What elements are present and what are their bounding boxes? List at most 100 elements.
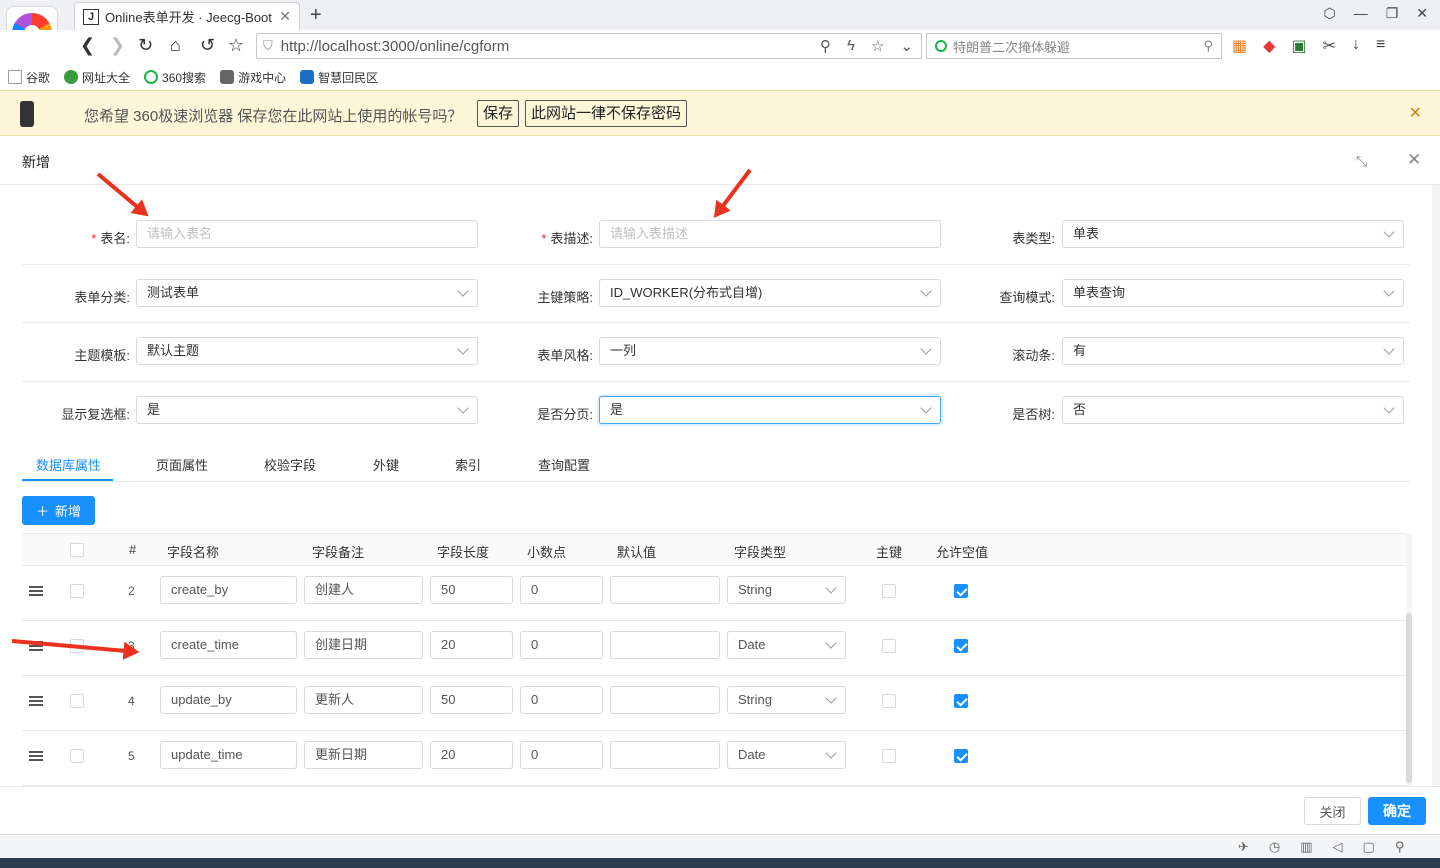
- field-type-select[interactable]: String: [727, 686, 846, 714]
- field-remark-input[interactable]: 更新人: [304, 686, 423, 714]
- field-length-input[interactable]: 50: [430, 576, 513, 604]
- address-bar[interactable]: ⛉ http://localhost:3000/online/cgform ⚲ …: [256, 33, 922, 59]
- nullable-checkbox[interactable]: [954, 584, 968, 598]
- default-value-input[interactable]: [610, 631, 720, 659]
- status-volume-icon[interactable]: ◁: [1333, 839, 1343, 855]
- status-window-icon[interactable]: ▢: [1363, 839, 1375, 855]
- skin-icon[interactable]: ⬡: [1323, 5, 1335, 22]
- decimal-input[interactable]: 0: [520, 576, 603, 604]
- query-mode-select[interactable]: 单表查询: [1062, 279, 1404, 307]
- tab-close-icon[interactable]: ✕: [279, 8, 291, 25]
- field-remark-input[interactable]: 更新日期: [304, 741, 423, 769]
- home-icon[interactable]: ⌂: [170, 35, 181, 56]
- close-button[interactable]: 关闭: [1304, 797, 1361, 825]
- bookmark-item[interactable]: 游戏中心: [220, 69, 286, 86]
- media-icon[interactable]: ▣: [1291, 36, 1306, 56]
- theme-template-select[interactable]: 默认主题: [136, 337, 478, 365]
- forward-icon[interactable]: ❯: [110, 35, 125, 56]
- password-bar-close-icon[interactable]: ✕: [1409, 103, 1422, 123]
- field-name-input[interactable]: create_by: [160, 576, 297, 604]
- form-style-select[interactable]: 一列: [599, 337, 941, 365]
- default-value-input[interactable]: [610, 576, 720, 604]
- back-icon[interactable]: ❮: [80, 35, 95, 56]
- pk-strategy-select[interactable]: ID_WORKER(分布式自增): [599, 279, 941, 307]
- field-name-input[interactable]: update_by: [160, 686, 297, 714]
- field-type-select[interactable]: String: [727, 576, 846, 604]
- drag-handle-icon[interactable]: [29, 751, 43, 763]
- add-field-button[interactable]: ＋ 新增: [22, 496, 95, 525]
- drag-handle-icon[interactable]: [29, 586, 43, 598]
- new-tab-button[interactable]: +: [310, 4, 322, 27]
- game-icon[interactable]: ◆: [1263, 36, 1275, 56]
- apps-grid-icon[interactable]: ▦: [1232, 36, 1247, 56]
- window-close-icon[interactable]: ✕: [1416, 5, 1428, 22]
- fullscreen-icon[interactable]: ⤡: [1356, 153, 1367, 170]
- table-name-input[interactable]: 请输入表名: [136, 220, 478, 248]
- bookmark-item[interactable]: 谷歌: [8, 69, 50, 86]
- scissors-icon[interactable]: ✂: [1323, 36, 1336, 56]
- row-checkbox[interactable]: [70, 694, 84, 708]
- never-save-button[interactable]: 此网站一律不保存密码: [525, 100, 688, 127]
- table-type-select[interactable]: 单表: [1062, 220, 1404, 248]
- zoom-icon[interactable]: ⚲: [820, 37, 831, 55]
- tab-validation[interactable]: 校验字段: [264, 455, 316, 474]
- search-box[interactable]: 特朗普二次掩体躲避 ⚲: [926, 33, 1222, 59]
- tab-page-properties[interactable]: 页面属性: [156, 455, 208, 474]
- decimal-input[interactable]: 0: [520, 686, 603, 714]
- favorite-star-icon[interactable]: ☆: [871, 37, 884, 55]
- scrollbar-select[interactable]: 有: [1062, 337, 1404, 365]
- select-all-checkbox[interactable]: [70, 543, 84, 557]
- undo-close-icon[interactable]: ↺: [200, 35, 215, 56]
- show-checkbox-select[interactable]: 是: [136, 396, 478, 424]
- table-scrollbar[interactable]: [1406, 533, 1412, 786]
- row-checkbox[interactable]: [70, 749, 84, 763]
- primary-key-checkbox[interactable]: [882, 694, 896, 708]
- table-scrollbar-thumb[interactable]: [1406, 613, 1412, 783]
- browser-tab[interactable]: J Online表单开发 · Jeecg-Boot 企 ✕: [74, 2, 300, 30]
- status-tool-icon[interactable]: ✈: [1238, 839, 1249, 855]
- field-length-input[interactable]: 50: [430, 686, 513, 714]
- nullable-checkbox[interactable]: [954, 694, 968, 708]
- refresh-icon[interactable]: ↻: [138, 35, 153, 56]
- search-icon[interactable]: ⚲: [1203, 38, 1213, 54]
- primary-key-checkbox[interactable]: [882, 749, 896, 763]
- maximize-icon[interactable]: ❐: [1386, 5, 1399, 22]
- minimize-icon[interactable]: —: [1354, 5, 1368, 22]
- field-remark-input[interactable]: 创建人: [304, 576, 423, 604]
- field-length-input[interactable]: 20: [430, 631, 513, 659]
- status-trash-icon[interactable]: ▥: [1300, 839, 1312, 855]
- tab-query-config[interactable]: 查询配置: [538, 455, 590, 474]
- menu-icon[interactable]: ≡: [1376, 36, 1385, 56]
- modal-scrollbar[interactable]: [1432, 185, 1440, 785]
- paging-select[interactable]: 是: [599, 396, 941, 424]
- primary-key-checkbox[interactable]: [882, 639, 896, 653]
- row-checkbox[interactable]: [70, 584, 84, 598]
- dropdown-chevron-icon[interactable]: ⌄: [900, 37, 913, 55]
- field-type-select[interactable]: Date: [727, 631, 846, 659]
- lightning-icon[interactable]: ϟ: [847, 37, 855, 55]
- modal-close-icon[interactable]: ✕: [1407, 150, 1421, 170]
- tab-foreign-key[interactable]: 外键: [373, 455, 399, 474]
- field-length-input[interactable]: 20: [430, 741, 513, 769]
- save-password-button[interactable]: 保存: [477, 100, 520, 127]
- bookmark-item[interactable]: 360搜索: [144, 69, 206, 86]
- tab-index[interactable]: 索引: [455, 455, 481, 474]
- status-zoom-icon[interactable]: ⚲: [1395, 839, 1405, 855]
- drag-handle-icon[interactable]: [29, 696, 43, 708]
- field-remark-input[interactable]: 创建日期: [304, 631, 423, 659]
- tab-db-properties[interactable]: 数据库属性: [36, 455, 101, 474]
- nullable-checkbox[interactable]: [954, 639, 968, 653]
- decimal-input[interactable]: 0: [520, 741, 603, 769]
- confirm-button[interactable]: 确定: [1368, 797, 1426, 825]
- field-name-input[interactable]: create_time: [160, 631, 297, 659]
- default-value-input[interactable]: [610, 741, 720, 769]
- decimal-input[interactable]: 0: [520, 631, 603, 659]
- table-desc-input[interactable]: 请输入表描述: [599, 220, 941, 248]
- bookmark-star-icon[interactable]: ☆: [228, 35, 244, 56]
- field-name-input[interactable]: update_time: [160, 741, 297, 769]
- bookmark-item[interactable]: 智慧回民区: [300, 69, 378, 86]
- field-type-select[interactable]: Date: [727, 741, 846, 769]
- primary-key-checkbox[interactable]: [882, 584, 896, 598]
- bookmark-item[interactable]: 网址大全: [64, 69, 130, 86]
- is-tree-select[interactable]: 否: [1062, 396, 1404, 424]
